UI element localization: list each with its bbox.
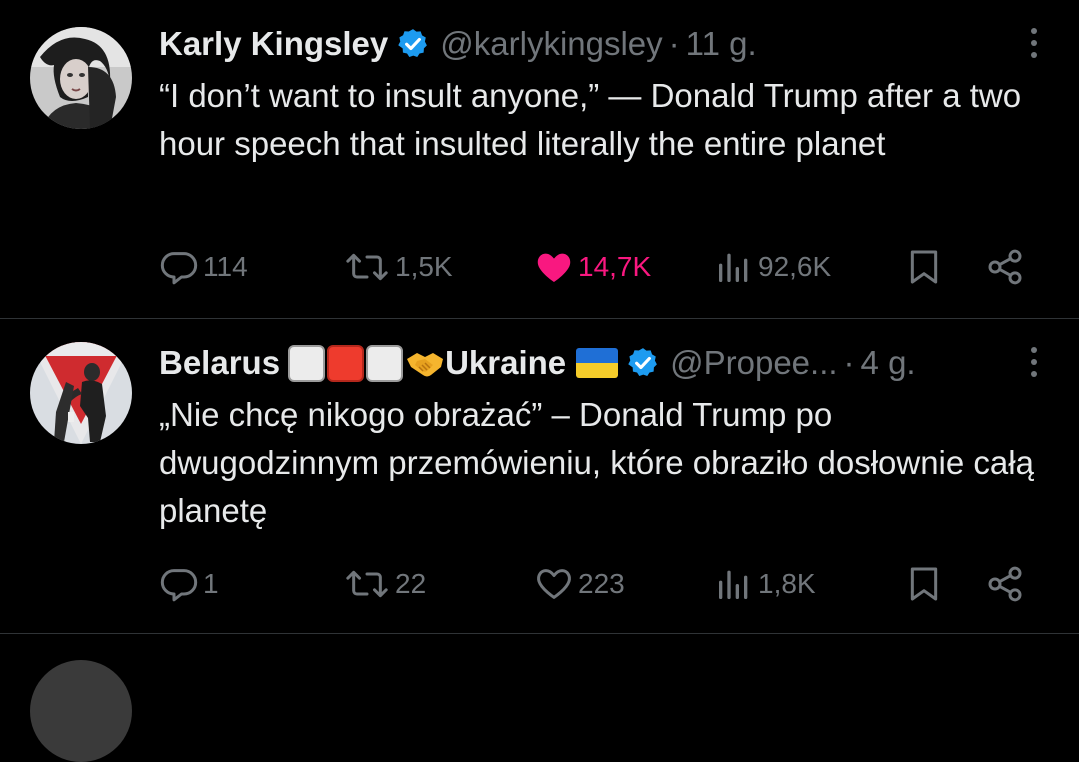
- repost-button[interactable]: 22: [343, 562, 426, 606]
- tweet-header: Karly Kingsley @karlykingsley · 11 g.: [159, 20, 989, 68]
- views-button[interactable]: 1,8K: [714, 562, 816, 606]
- bookmark-icon: [904, 247, 944, 287]
- reply-count: 1: [203, 568, 219, 599]
- ukraine-flag-emoji: [576, 348, 619, 378]
- reply-icon: [159, 247, 199, 287]
- repost-count: 22: [395, 568, 427, 599]
- share-button[interactable]: [985, 245, 1025, 289]
- handshake-emoji: [405, 345, 445, 382]
- like-button[interactable]: 223: [534, 562, 625, 606]
- like-button[interactable]: 14,7K: [534, 245, 651, 289]
- reply-button[interactable]: 1: [159, 562, 219, 606]
- white-square-emoji: [288, 344, 326, 382]
- views-icon: [714, 564, 754, 604]
- tweet-header: Belarus Ukraine @Propee... · 4 g.: [159, 339, 989, 387]
- reply-count: 114: [203, 251, 248, 282]
- bookmark-button[interactable]: [904, 245, 944, 289]
- view-count: 1,8K: [758, 568, 816, 599]
- more-icon[interactable]: [1029, 28, 1039, 64]
- heart-filled-icon: [534, 247, 574, 287]
- heart-icon: [534, 564, 574, 604]
- repost-button[interactable]: 1,5K: [343, 245, 453, 289]
- timestamp[interactable]: 11 g.: [686, 25, 757, 63]
- bookmark-button[interactable]: [904, 562, 944, 606]
- share-icon: [985, 564, 1025, 604]
- more-icon[interactable]: [1029, 347, 1039, 383]
- white-square-emoji: [366, 344, 404, 382]
- repost-icon: [343, 247, 391, 287]
- views-button[interactable]: 92,6K: [714, 245, 831, 289]
- tweet-partial[interactable]: [0, 634, 1079, 762]
- display-name-tail[interactable]: Ukraine: [445, 344, 566, 382]
- repost-count: 1,5K: [395, 251, 453, 282]
- user-handle[interactable]: @karlykingsley: [440, 25, 662, 63]
- action-bar: 114 1,5K 14,7K 92,6K: [159, 245, 1039, 289]
- tweet[interactable]: Karly Kingsley @karlykingsley · 11 g. “I…: [0, 0, 1079, 319]
- avatar[interactable]: [30, 660, 132, 762]
- action-bar: 1 22 223 1,8K: [159, 562, 1039, 606]
- tweet[interactable]: Belarus Ukraine @Propee... · 4 g. „Nie c…: [0, 319, 1079, 634]
- tweet-text: „Nie chcę nikogo obrażać” – Donald Trump…: [159, 396, 1034, 529]
- separator-dot: ·: [843, 344, 855, 381]
- views-icon: [714, 247, 754, 287]
- display-name-emoji: [288, 344, 445, 382]
- user-handle[interactable]: @Propee...: [670, 344, 837, 382]
- verified-badge-icon: [396, 27, 430, 61]
- view-count: 92,6K: [758, 251, 832, 282]
- like-count: 223: [578, 568, 625, 599]
- share-button[interactable]: [985, 562, 1025, 606]
- timestamp[interactable]: 4 g.: [861, 344, 916, 382]
- tweet-text: “I don’t want to insult anyone,” — Donal…: [159, 77, 1022, 162]
- display-name[interactable]: Karly Kingsley: [159, 25, 388, 63]
- share-icon: [985, 247, 1025, 287]
- avatar[interactable]: [30, 342, 132, 444]
- display-name[interactable]: Belarus: [159, 344, 280, 382]
- reply-button[interactable]: 114: [159, 245, 248, 289]
- avatar[interactable]: [30, 27, 132, 129]
- like-count: 14,7K: [578, 251, 652, 282]
- repost-icon: [343, 564, 391, 604]
- bookmark-icon: [904, 564, 944, 604]
- verified-badge-icon: [626, 346, 660, 380]
- red-square-emoji: [327, 344, 365, 382]
- separator-dot: ·: [668, 25, 680, 62]
- reply-icon: [159, 564, 199, 604]
